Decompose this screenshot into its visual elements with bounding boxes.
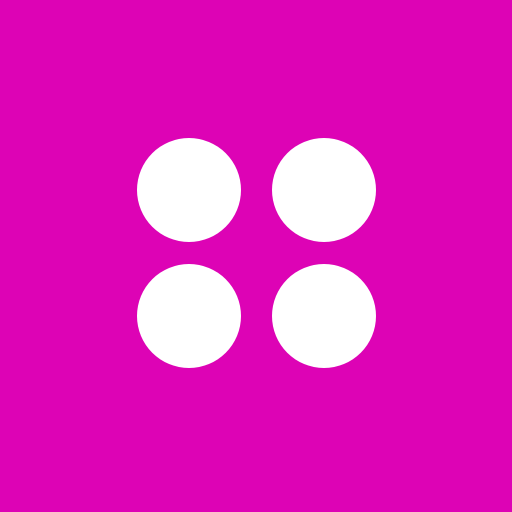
bottom-right-dot bbox=[272, 264, 376, 368]
top-right-dot bbox=[272, 138, 376, 242]
bottom-left-dot bbox=[137, 264, 241, 368]
app-icon bbox=[0, 0, 512, 512]
top-left-dot bbox=[137, 138, 241, 242]
